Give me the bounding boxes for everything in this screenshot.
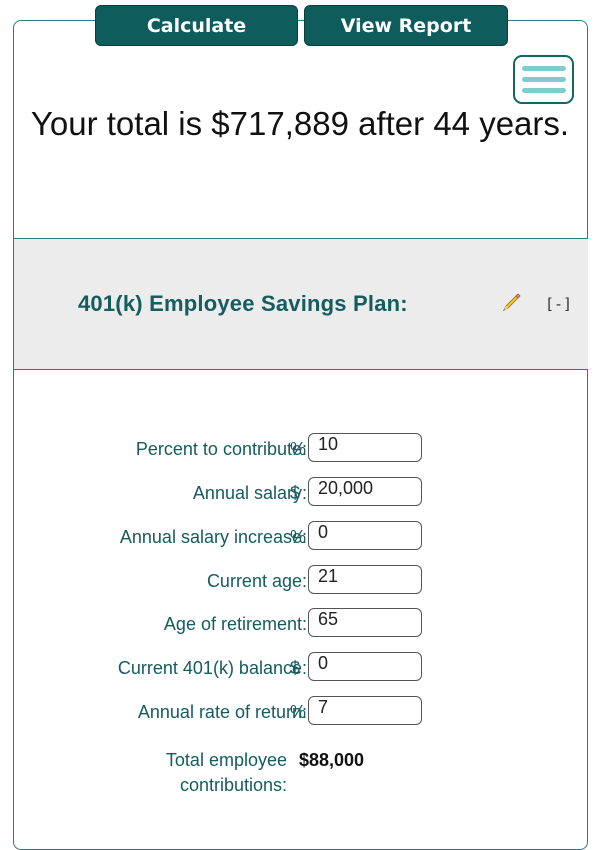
hamburger-menu-icon (521, 77, 566, 82)
current-balance-input[interactable] (308, 652, 422, 681)
field-row-current-age: Current age: (0, 565, 603, 595)
annual-salary-input[interactable] (308, 477, 422, 506)
field-unit: % (290, 439, 307, 459)
field-unit: $ (290, 483, 301, 503)
field-label: Current age: (206, 571, 307, 591)
field-label: Age of retirement: (163, 614, 307, 634)
pencil-icon[interactable] (500, 292, 522, 314)
calculate-button[interactable]: Calculate (95, 5, 298, 46)
field-label: Annual salary increase: (119, 527, 307, 547)
field-label: Current 401(k) balance: (117, 658, 307, 678)
field-unit: % (290, 527, 307, 547)
plan-title: 401(k) Employee Savings Plan: (78, 291, 408, 316)
field-unit: $ (290, 658, 301, 678)
menu-button[interactable] (513, 55, 574, 104)
salary-increase-input[interactable] (308, 521, 422, 550)
view-report-button[interactable]: View Report (304, 5, 508, 46)
field-row-percent-contribute: Percent to contribute: % (0, 433, 603, 463)
total-summary: Your total is $717,889 after 44 years. (30, 105, 570, 142)
field-label: Annual rate of return: (137, 702, 307, 722)
field-label: Percent to contribute: (135, 439, 307, 459)
plan-header: 401(k) Employee Savings Plan: [-] (14, 238, 588, 370)
total-contributions: Total employee contributions: $88,000 (0, 748, 603, 798)
hamburger-menu-icon (521, 88, 566, 93)
field-row-annual-salary: Annual salary: $ (0, 477, 603, 507)
total-contributions-label: Total employee contributions: (165, 750, 287, 795)
collapse-toggle[interactable]: [-] (545, 295, 572, 313)
field-row-current-balance: Current 401(k) balance: $ (0, 652, 603, 682)
percent-contribute-input[interactable] (308, 433, 422, 462)
field-row-retirement-age: Age of retirement: (0, 608, 603, 638)
field-row-rate-of-return: Annual rate of return: % (0, 696, 603, 726)
field-unit: % (290, 702, 307, 722)
hamburger-menu-icon (521, 66, 566, 71)
total-contributions-value: $88,000 (299, 750, 365, 770)
field-row-salary-increase: Annual salary increase: % (0, 521, 603, 551)
current-age-input[interactable] (308, 565, 422, 594)
retirement-age-input[interactable] (308, 608, 422, 637)
rate-of-return-input[interactable] (308, 696, 422, 725)
